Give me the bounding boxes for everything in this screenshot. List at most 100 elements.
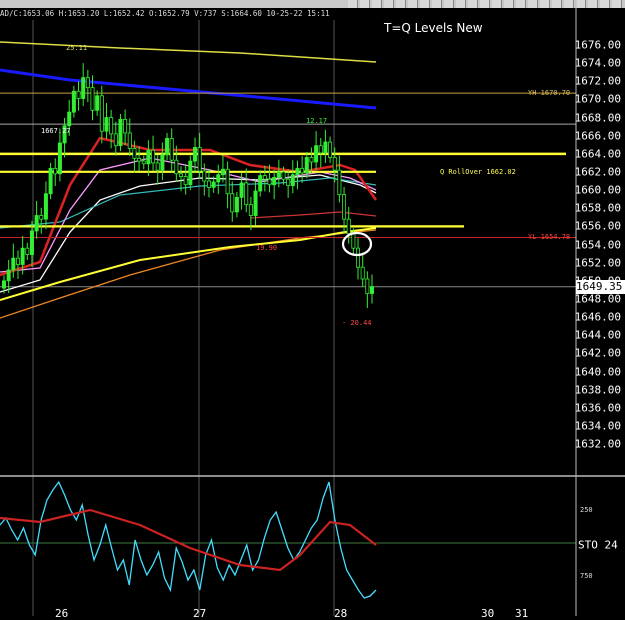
candle-body (76, 90, 81, 99)
candle-body (300, 167, 305, 174)
candle-body (57, 142, 62, 175)
candle-body (118, 118, 123, 147)
stochastic-d-line (0, 508, 377, 572)
candle-body (67, 111, 72, 127)
candle-body (48, 167, 53, 195)
candle-body (360, 266, 365, 280)
candle-body (346, 218, 351, 235)
candle-body (281, 171, 286, 180)
candle-body (151, 149, 156, 164)
ma-line-white (0, 174, 377, 293)
candle-body (202, 170, 207, 182)
candle-body (90, 87, 95, 111)
price-tick-label: 1634.00 (574, 419, 621, 433)
price-tick-label: 1662.00 (574, 165, 621, 179)
price-tick-label: 1644.00 (574, 328, 621, 342)
candle-body (85, 77, 90, 89)
candle-body (216, 174, 221, 183)
price-tick-label: 1672.00 (574, 74, 621, 88)
candle-body (53, 167, 58, 175)
rollover-level-label: Q RollOver 1662.02 (440, 167, 516, 176)
candle-body (137, 157, 142, 162)
stochastic-name: STO (578, 538, 598, 552)
candle-body (197, 147, 202, 172)
candle-body (323, 141, 328, 154)
candle-body (248, 204, 253, 216)
price-tick-label: 1664.00 (574, 147, 621, 161)
chart-title: T=Q Levels New (384, 21, 483, 35)
candle-body (304, 157, 309, 174)
ma-line-blue (0, 68, 377, 110)
price-tick-label: 1656.00 (574, 219, 621, 233)
ma-line-long-yellow (0, 41, 377, 63)
candle-body (309, 157, 314, 163)
price-tick-label: 1676.00 (574, 38, 621, 52)
candle-body (160, 154, 165, 171)
candle-body (29, 230, 34, 255)
x-axis-label: 28 (334, 607, 348, 620)
candle-body (342, 194, 347, 220)
candle-body (244, 182, 249, 206)
candlesticks (2, 63, 374, 309)
candle-body (365, 278, 370, 294)
candle-body (314, 145, 319, 163)
candle-body (239, 182, 244, 198)
candle-body (165, 138, 170, 156)
price-tick-label: 1654.00 (574, 238, 621, 252)
candle-body (179, 173, 184, 177)
candle-body (99, 95, 104, 132)
annotation-label: 25.11 (66, 44, 88, 52)
candle-body (369, 286, 374, 294)
ma-line-dark-red (249, 211, 377, 219)
annotation-label: 19.90 (256, 244, 278, 252)
candle-body (127, 132, 132, 149)
candle-body (11, 257, 16, 271)
candle-body (332, 157, 337, 171)
x-axis-label: 26 (55, 607, 69, 620)
x-axis-label: 31 (515, 607, 529, 620)
price-tick-label: 1646.00 (574, 310, 621, 324)
candle-body (169, 138, 174, 161)
stochastic-k-line (0, 480, 377, 599)
candle-body (81, 77, 86, 99)
candle-body (123, 118, 128, 134)
candle-body (230, 193, 235, 213)
candle-body (328, 141, 333, 158)
candle-body (15, 257, 20, 265)
yl-level-label: YL 1654.78 (528, 233, 571, 242)
price-tick-label: 1642.00 (574, 346, 621, 360)
ma-line-yellow (0, 227, 377, 301)
candle-body (132, 147, 137, 159)
candle-body (34, 215, 39, 232)
candle-body (211, 181, 216, 188)
candle-body (95, 95, 100, 111)
oscillator-lower-label: 750 (580, 572, 593, 580)
stochastic-value: 24 (604, 538, 618, 552)
candle-body (356, 247, 361, 268)
annotation-label: 1667.27 (41, 127, 71, 135)
candle-body (113, 133, 118, 147)
candle-body (192, 147, 197, 162)
candle-body (146, 149, 151, 165)
x-axis-label: 30 (481, 607, 495, 620)
price-tick-label: 1652.00 (574, 256, 621, 270)
candle-body (220, 168, 225, 176)
candle-body (206, 180, 211, 188)
price-tick-label: 1666.00 (574, 129, 621, 143)
candle-body (258, 175, 263, 192)
price-tick-label: 1660.00 (574, 183, 621, 197)
candle-body (276, 171, 281, 178)
candle-body (290, 174, 295, 186)
price-tick-label: 1640.00 (574, 365, 621, 379)
candle-body (43, 193, 48, 220)
candle-body (286, 178, 291, 186)
candle-body (188, 160, 193, 186)
yh-level-label: YH 1670.70 (528, 89, 571, 98)
annotation-label: - 20.44 (342, 319, 372, 327)
candle-body (109, 117, 114, 135)
candle-body (351, 233, 356, 249)
candle-body (337, 169, 342, 196)
price-tick-label: 1632.00 (574, 437, 621, 451)
annotation-label: 12.17 (306, 117, 328, 125)
candle-body (39, 215, 44, 220)
